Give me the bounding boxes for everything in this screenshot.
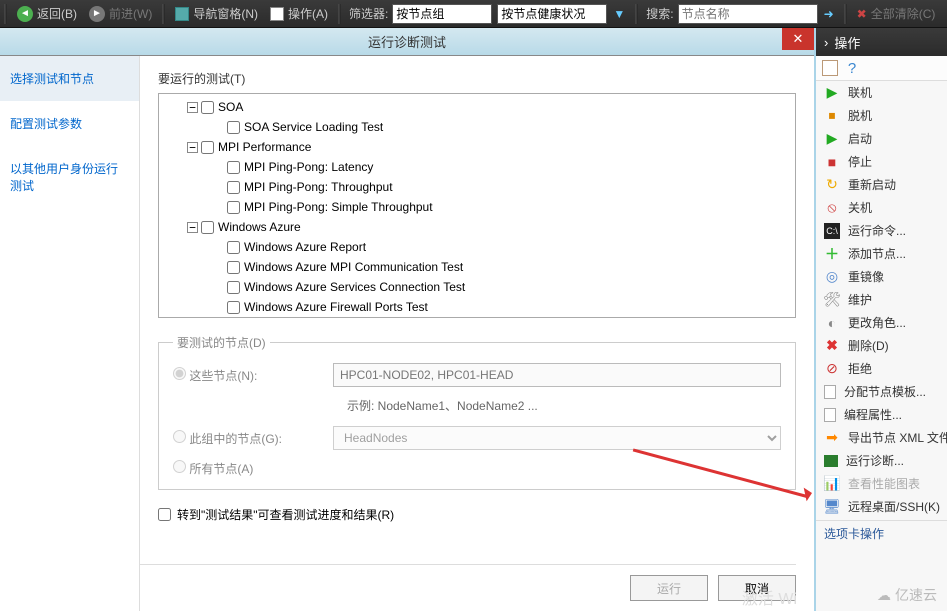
stop-icon: ■ <box>824 154 840 170</box>
online-icon: ▶ <box>824 85 840 101</box>
forward-icon: ► <box>89 6 105 22</box>
node-group-select: HeadNodes <box>333 426 781 450</box>
action-assign-template[interactable]: 分配节点模板... <box>816 380 947 403</box>
goto-results-label: 转到"测试结果"可查看测试进度和结果(R) <box>177 506 394 523</box>
cancel-button[interactable]: 取消 <box>718 575 796 601</box>
diagnostic-icon <box>824 455 838 467</box>
wizard-step-runas[interactable]: 以其他用户身份运行测试 <box>0 146 139 208</box>
forward-button: ►前进(W) <box>83 3 158 24</box>
search-go-icon[interactable]: ➜ <box>818 5 840 23</box>
nodes-example: 示例: NodeName1、NodeName2 ... <box>347 397 781 414</box>
terminal-icon: C:\ <box>824 223 840 239</box>
check-soa-svc[interactable] <box>227 121 240 134</box>
radio-these-nodes <box>173 367 186 380</box>
clear-all-button: ✖全部清除(C) <box>851 3 942 24</box>
dialog-title: 运行诊断测试 <box>368 32 446 51</box>
delete-icon: ✖ <box>824 338 840 354</box>
filter-group-select[interactable] <box>392 4 492 24</box>
props-icon <box>824 408 836 422</box>
run-button: 运行 <box>630 575 708 601</box>
action-edit-props[interactable]: 编程属性... <box>816 403 947 426</box>
radio-group-nodes <box>173 430 186 443</box>
filter-health-select[interactable] <box>497 4 607 24</box>
dialog-title-bar: 运行诊断测试 ✕ <box>0 28 814 56</box>
remote-icon: 🖥 <box>824 499 840 515</box>
close-button[interactable]: ✕ <box>782 28 814 50</box>
wizard-step-select[interactable]: 选择测试和节点 <box>0 56 139 101</box>
maintenance-icon: 🛠 <box>824 292 840 308</box>
check-azure[interactable] <box>201 221 214 234</box>
check-mpi-lat[interactable] <box>227 161 240 174</box>
check-az-rep[interactable] <box>227 241 240 254</box>
actions-toolbar-button[interactable]: 操作(A) <box>264 3 334 24</box>
wizard-step-config[interactable]: 配置测试参数 <box>0 101 139 146</box>
action-remote-desktop[interactable]: 🖥远程桌面/SSH(K) <box>816 495 947 518</box>
check-az-fw[interactable] <box>227 301 240 314</box>
wizard-content: 要运行的测试(T) −SOA SOA Service Loading Test … <box>140 56 814 611</box>
back-icon: ◄ <box>17 6 33 22</box>
reject-icon: ⊘ <box>824 361 840 377</box>
action-run-command[interactable]: C:\运行命令... <box>816 219 947 242</box>
action-add-node[interactable]: ＋添加节点... <box>816 242 947 265</box>
action-delete[interactable]: ✖删除(D) <box>816 334 947 357</box>
filter-funnel-icon[interactable]: ▼ <box>607 5 631 23</box>
action-reimage[interactable]: ◎重镜像 <box>816 265 947 288</box>
action-start[interactable]: ▶启动 <box>816 127 947 150</box>
offline-icon: ⏹ <box>824 108 840 124</box>
top-toolbar: ◄返回(B) ►前进(W) 导航窗格(N) 操作(A) 筛选器: ▼ 搜索: ➜… <box>0 0 947 28</box>
action-change-role[interactable]: ◐更改角色... <box>816 311 947 334</box>
check-az-svc[interactable] <box>227 281 240 294</box>
tab-actions-section: 选项卡操作 <box>816 520 947 546</box>
back-button[interactable]: ◄返回(B) <box>11 3 83 24</box>
template-icon <box>824 385 836 399</box>
action-reject[interactable]: ⊘拒绝 <box>816 357 947 380</box>
action-online[interactable]: ▶联机 <box>816 81 947 104</box>
panes-icon <box>175 7 189 21</box>
export-icon: ➡ <box>824 430 840 446</box>
plus-icon: ＋ <box>824 246 840 262</box>
chart-icon: 📊 <box>824 476 840 492</box>
nav-panes-button[interactable]: 导航窗格(N) <box>169 3 264 24</box>
action-restart[interactable]: ↻重新启动 <box>816 173 947 196</box>
filter-label: 筛选器: <box>345 5 392 22</box>
start-icon: ▶ <box>824 131 840 147</box>
nodes-legend: 要测试的节点(D) <box>173 334 270 351</box>
search-label: 搜索: <box>642 5 677 22</box>
check-mpi[interactable] <box>201 141 214 154</box>
radio-all-nodes <box>173 460 186 473</box>
shutdown-icon: ⦸ <box>824 200 840 216</box>
toggle-mpi[interactable]: − <box>187 142 198 153</box>
check-mpi-thr[interactable] <box>227 181 240 194</box>
action-shutdown[interactable]: ⦸关机 <box>816 196 947 219</box>
chevron-right-icon[interactable]: › <box>824 35 828 50</box>
check-soa[interactable] <box>201 101 214 114</box>
goto-results-checkbox[interactable] <box>158 508 171 521</box>
action-maintenance[interactable]: 🛠维护 <box>816 288 947 311</box>
role-icon: ◐ <box>824 315 840 331</box>
restart-icon: ↻ <box>824 177 840 193</box>
nodes-fieldset: 要测试的节点(D) 这些节点(N): 示例: NodeName1、NodeNam… <box>158 334 796 490</box>
clipboard-icon[interactable] <box>822 60 838 76</box>
action-run-diagnostic[interactable]: 运行诊断... <box>816 449 947 472</box>
tests-tree[interactable]: −SOA SOA Service Loading Test −MPI Perfo… <box>158 93 796 318</box>
actions-icon <box>270 7 284 21</box>
tests-label: 要运行的测试(T) <box>158 70 796 87</box>
action-perf-charts: 📊查看性能图表 <box>816 472 947 495</box>
toggle-azure[interactable]: − <box>187 222 198 233</box>
action-stop[interactable]: ■停止 <box>816 150 947 173</box>
toggle-soa[interactable]: − <box>187 102 198 113</box>
action-export-xml[interactable]: ➡导出节点 XML 文件... <box>816 426 947 449</box>
these-nodes-input <box>333 363 781 387</box>
actions-header: › 操作 <box>816 28 947 56</box>
action-offline[interactable]: ⏹脱机 <box>816 104 947 127</box>
clear-icon: ✖ <box>857 7 867 21</box>
reimage-icon: ◎ <box>824 269 840 285</box>
check-az-mpi[interactable] <box>227 261 240 274</box>
wizard-nav: 选择测试和节点 配置测试参数 以其他用户身份运行测试 <box>0 56 140 611</box>
check-mpi-simp[interactable] <box>227 201 240 214</box>
search-input[interactable] <box>678 4 818 24</box>
help-icon[interactable]: ? <box>844 60 860 76</box>
